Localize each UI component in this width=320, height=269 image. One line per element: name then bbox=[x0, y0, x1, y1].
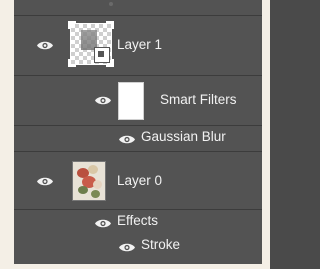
layers-panel: Layer 1 Smart Filters Gaussian Blur Laye… bbox=[14, 0, 262, 264]
layer-0-thumbnail[interactable] bbox=[72, 161, 106, 201]
selection-corner bbox=[68, 21, 76, 29]
thumbnail-flower bbox=[88, 165, 98, 174]
eye-icon[interactable] bbox=[94, 218, 112, 229]
effects-label: Effects bbox=[117, 213, 159, 228]
smart-filters-label: Smart Filters bbox=[160, 92, 237, 107]
thumbnail-leaves bbox=[78, 186, 88, 194]
filter-name[interactable]: Gaussian Blur bbox=[141, 129, 226, 144]
layer-name[interactable]: Layer 1 bbox=[117, 37, 162, 52]
eye-icon[interactable] bbox=[118, 242, 136, 253]
smart-object-badge-icon bbox=[94, 47, 110, 63]
window-frame-left bbox=[0, 0, 14, 269]
previous-layer-indicator bbox=[109, 2, 113, 6]
eye-icon[interactable] bbox=[36, 176, 54, 187]
smart-filters-row[interactable]: Smart Filters bbox=[14, 76, 262, 126]
previous-layer-row-edge bbox=[14, 0, 262, 16]
eye-icon[interactable] bbox=[36, 40, 54, 51]
layer-row-layer-1[interactable]: Layer 1 bbox=[14, 16, 262, 76]
layer-name[interactable]: Layer 0 bbox=[117, 173, 162, 188]
effect-row-stroke[interactable]: Stroke bbox=[14, 234, 262, 260]
thumbnail-flower bbox=[93, 180, 102, 189]
selection-corner bbox=[106, 21, 114, 29]
layer-row-layer-0[interactable]: Layer 0 bbox=[14, 152, 262, 210]
effects-row[interactable]: Effects bbox=[14, 210, 262, 234]
window-frame-bottom bbox=[0, 264, 270, 269]
selection-corner bbox=[68, 59, 76, 67]
layer-1-thumbnail[interactable] bbox=[68, 21, 114, 67]
eye-icon[interactable] bbox=[118, 134, 136, 145]
thumbnail-leaves bbox=[91, 190, 100, 198]
smart-filter-mask-thumbnail[interactable] bbox=[118, 82, 144, 120]
eye-icon[interactable] bbox=[94, 95, 112, 106]
effect-name[interactable]: Stroke bbox=[141, 237, 180, 252]
window-frame-right bbox=[262, 0, 270, 269]
filter-row-gaussian-blur[interactable]: Gaussian Blur bbox=[14, 126, 262, 152]
